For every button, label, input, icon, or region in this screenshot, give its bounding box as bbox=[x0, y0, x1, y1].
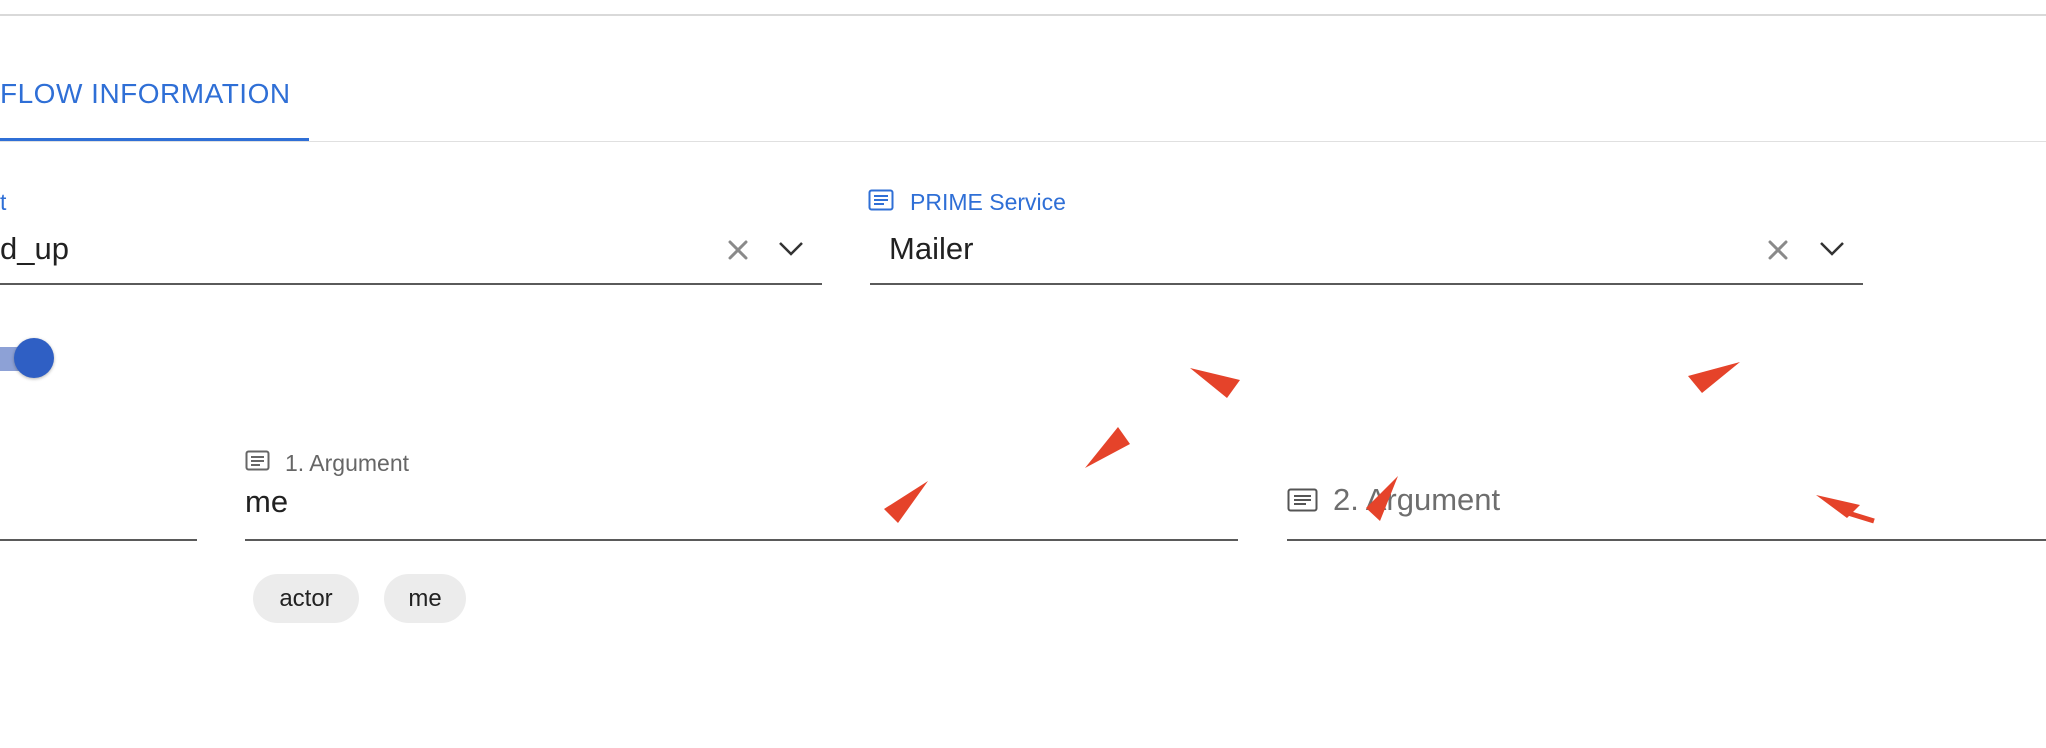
tab-flow-information[interactable]: FLOW INFORMATION bbox=[0, 78, 291, 110]
text-field-icon bbox=[868, 189, 894, 216]
event-field-underline bbox=[0, 283, 822, 285]
chip-actor[interactable]: actor bbox=[253, 574, 359, 623]
toggle-knob[interactable] bbox=[14, 338, 54, 378]
argument-1-label: 1. Argument bbox=[285, 450, 410, 476]
tabs-divider bbox=[0, 141, 2046, 142]
argument-1-underline bbox=[245, 539, 1238, 541]
text-field-icon bbox=[1287, 488, 1318, 517]
annotation-arrow bbox=[1190, 368, 1240, 398]
annotation-overlay bbox=[884, 362, 1875, 524]
left-field-underline bbox=[0, 539, 197, 541]
annotation-arrow bbox=[1816, 495, 1860, 518]
argument-2-underline bbox=[1287, 539, 2046, 541]
annotation-arrow bbox=[1688, 362, 1740, 393]
argument-2-input[interactable]: 2. Argument bbox=[1333, 482, 1500, 518]
annotation-arrow bbox=[884, 481, 928, 523]
chevron-down-icon bbox=[1820, 242, 1844, 256]
event-dropdown-button[interactable] bbox=[778, 240, 804, 263]
service-dropdown-button[interactable] bbox=[1819, 240, 1845, 263]
event-field-label: t bbox=[0, 189, 7, 215]
service-field-underline bbox=[870, 283, 1863, 285]
service-field-label: PRIME Service bbox=[910, 189, 1066, 215]
event-clear-button[interactable] bbox=[726, 238, 750, 267]
close-icon bbox=[1768, 240, 1788, 260]
chip-me[interactable]: me bbox=[384, 574, 466, 623]
chevron-down-icon bbox=[779, 242, 803, 256]
annotation-arrow-shaft bbox=[1847, 510, 1875, 524]
service-clear-button[interactable] bbox=[1766, 238, 1790, 267]
service-field-value[interactable]: Mailer bbox=[889, 231, 973, 267]
text-field-icon bbox=[245, 450, 270, 476]
annotation-arrow bbox=[1085, 427, 1130, 468]
argument-1-input[interactable]: me bbox=[245, 484, 288, 520]
close-icon bbox=[728, 240, 748, 260]
event-field-value[interactable]: d_up bbox=[0, 231, 69, 267]
top-divider bbox=[0, 14, 2046, 16]
